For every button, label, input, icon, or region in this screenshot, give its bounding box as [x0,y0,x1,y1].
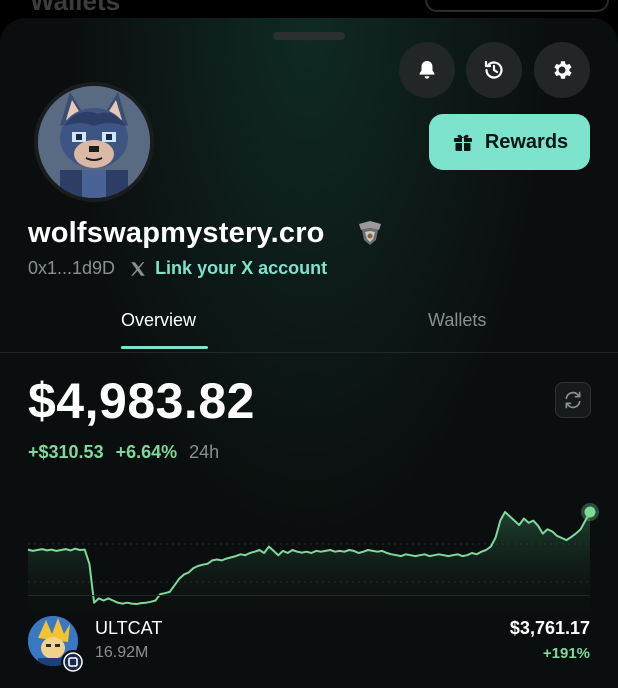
rank-badge-icon [359,221,381,245]
change-period: 24h [189,442,220,462]
change-percent: +6.64% [115,442,178,462]
asset-row-ultcat[interactable]: ULTCAT 16.92M $3,761.17 +191% [28,616,590,676]
wallet-address[interactable]: 0x1...1d9D [28,258,115,279]
wolf-avatar-image [38,86,150,198]
address-row: 0x1...1d9D Link your X account [28,258,327,279]
tab-overview[interactable]: Overview [121,310,196,331]
rewards-button[interactable]: Rewards [429,114,590,170]
portfolio-chart[interactable] [0,492,618,622]
asset-value: $3,761.17 [509,618,590,638]
history-icon [484,60,503,79]
history-button[interactable] [466,42,522,98]
asset-change: +191% [542,645,590,662]
portfolio-balance: $4,983.82 [28,373,255,429]
profile-sheet: Rewards wolfswapmystery.cro 0x1...1d9D L… [0,18,618,688]
notifications-button[interactable] [399,42,455,98]
sheet-drag-handle[interactable] [273,32,345,40]
obscured-header-pill [425,0,609,12]
portfolio-change: +$310.53 +6.64% 24h [28,442,219,463]
obscured-page-title: Wallets [30,0,121,16]
profile-avatar[interactable] [34,82,154,202]
profile-tabs: Overview Wallets [0,300,618,353]
rewards-label: Rewards [484,130,569,153]
chart-current-point [584,506,596,518]
refresh-button[interactable] [555,382,591,418]
chain-badge-icon [61,650,85,674]
active-tab-indicator [121,346,208,349]
background-header: Wallets [0,0,618,18]
settings-button[interactable] [534,42,590,98]
chart-area-fill [28,512,590,622]
x-logo-icon [131,261,145,276]
gear-icon [554,61,572,79]
refresh-icon [565,391,581,409]
gift-icon [453,134,472,151]
asset-amount: 16.92M [95,644,149,661]
bell-icon [419,61,435,79]
change-amount: +$310.53 [28,442,104,462]
section-divider [28,595,590,596]
tab-wallets[interactable]: Wallets [428,310,486,331]
profile-username: wolfswapmystery.cro [28,217,325,249]
asset-name: ULTCAT [95,618,163,638]
link-x-account-link[interactable]: Link your X account [155,258,327,279]
